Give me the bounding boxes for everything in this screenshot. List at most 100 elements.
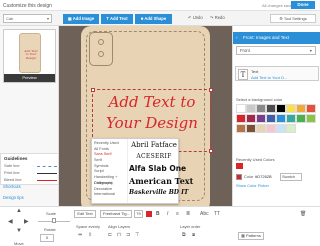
arrow-right-icon[interactable]: ▶ bbox=[24, 218, 29, 225]
italic-style-button[interactable]: Abc bbox=[200, 211, 209, 217]
side-select-value: Cab bbox=[6, 16, 14, 21]
bg-color-swatch[interactable] bbox=[276, 104, 286, 113]
bg-color-swatch[interactable] bbox=[276, 124, 286, 133]
bg-color-swatch[interactable] bbox=[256, 104, 266, 113]
bg-color-swatch[interactable] bbox=[236, 104, 246, 113]
add-shape-button[interactable]: ■ Add Shape bbox=[135, 14, 172, 24]
flash-icon bbox=[98, 51, 104, 57]
text-transform-button[interactable]: TT bbox=[214, 211, 220, 217]
font-category-international[interactable]: International bbox=[92, 192, 127, 198]
right-panel: › Front: Images and Text Front ▾ T Text … bbox=[232, 26, 320, 206]
toolbar: Cab ▾ ▣ Add Image T Add Text ■ Add Shape… bbox=[0, 11, 320, 26]
design-tips-link[interactable]: Design tips bbox=[3, 195, 24, 200]
align-right-layer-icon[interactable]: ⊐ bbox=[126, 232, 130, 238]
current-color-box[interactable] bbox=[236, 174, 242, 180]
font-category-list: Recently Used All Fonts Sans Serif Serif… bbox=[92, 139, 128, 203]
guideline-label: Print line bbox=[4, 170, 20, 175]
guideline-label: Bleed line bbox=[4, 177, 22, 182]
text-layer-item[interactable]: T Text Add Text to Your D... bbox=[235, 66, 319, 81]
distribute-vertical-icon[interactable]: ⇳ bbox=[88, 232, 92, 238]
arrow-left-icon[interactable]: ◀ bbox=[8, 218, 13, 225]
align-center-layer-icon[interactable]: ⊓ bbox=[117, 232, 121, 238]
redo-button[interactable]: ↷ Redo bbox=[210, 15, 225, 20]
tool-settings-button[interactable]: ⚙ Tool Settings bbox=[270, 14, 316, 23]
text-color-swatch[interactable] bbox=[146, 211, 152, 217]
font-sample[interactable]: ACESERIF bbox=[129, 151, 179, 163]
bg-color-swatch[interactable] bbox=[246, 104, 256, 113]
distribute-horizontal-icon[interactable]: ⇹ bbox=[78, 232, 82, 238]
page-title: Customize this design bbox=[3, 3, 52, 9]
show-color-picker-link[interactable]: Show Color Picker bbox=[236, 183, 269, 188]
bg-color-swatch[interactable] bbox=[296, 104, 306, 113]
canvas-text[interactable]: Add Text to Your Design bbox=[93, 92, 211, 134]
bg-color-swatch[interactable] bbox=[286, 124, 296, 133]
font-size-input[interactable]: 79 bbox=[134, 210, 143, 218]
undo-button[interactable]: ↶ Undo bbox=[188, 15, 203, 20]
chevron-down-icon: ▾ bbox=[46, 16, 49, 21]
bottom-toolbar: ▲ ◀ ▶ ▼ Move Scale Rotate 0 Edit Text Fr… bbox=[0, 206, 320, 246]
bg-color-swatch[interactable] bbox=[276, 114, 286, 123]
bg-color-swatch[interactable] bbox=[236, 114, 246, 123]
bg-color-swatch[interactable] bbox=[266, 124, 276, 133]
bring-forward-icon[interactable]: ⧉ bbox=[182, 232, 186, 238]
color-hex-value[interactable]: #D7262B bbox=[255, 174, 272, 179]
side-select[interactable]: Cab ▾ bbox=[3, 14, 52, 23]
thumb-text: Add Text to Your Design bbox=[24, 49, 38, 60]
font-select[interactable]: Freehand Tig... bbox=[100, 210, 132, 218]
bg-color-swatch[interactable] bbox=[236, 124, 246, 133]
safe-line-swatch bbox=[37, 166, 57, 167]
bg-color-swatch[interactable] bbox=[266, 104, 276, 113]
align-left-icon[interactable]: ≡ bbox=[176, 211, 179, 217]
font-menu: Recently Used All Fonts Sans Serif Serif… bbox=[91, 138, 193, 204]
add-text-button[interactable]: T Add Text bbox=[101, 14, 133, 24]
font-sample[interactable]: Alfa Slab One bbox=[129, 163, 186, 175]
bg-color-swatch[interactable] bbox=[306, 114, 316, 123]
bg-color-swatch[interactable] bbox=[296, 114, 306, 123]
rotate-input[interactable]: 0 bbox=[40, 234, 54, 242]
panel-side-select[interactable]: Front ▾ bbox=[236, 46, 316, 55]
rotate-label: Rotate bbox=[44, 227, 56, 232]
bg-color-swatch[interactable] bbox=[286, 114, 296, 123]
panel-header[interactable]: › Front: Images and Text bbox=[233, 32, 320, 44]
bg-color-swatch[interactable] bbox=[286, 104, 296, 113]
bold-icon[interactable]: B bbox=[156, 211, 160, 217]
edit-text-button[interactable]: Edit Text bbox=[74, 210, 96, 218]
align-left-layer-icon[interactable]: ⊏ bbox=[108, 232, 112, 238]
font-sample[interactable]: American Text bbox=[129, 175, 193, 187]
guidelines-box: Guidelines Safe line Print line Bleed li… bbox=[0, 153, 59, 185]
font-sample[interactable]: Abril Fatface bbox=[129, 139, 179, 151]
recent-color-swatch[interactable] bbox=[236, 163, 243, 169]
undo-label: Undo bbox=[192, 15, 203, 20]
text-layer-icon: T bbox=[238, 69, 248, 80]
align-top-layer-icon[interactable]: ⊤ bbox=[135, 232, 139, 238]
camera-cutout bbox=[89, 32, 113, 66]
font-select-value: Freehand Tig... bbox=[103, 211, 130, 216]
panel-header-label: Front: Images and Text bbox=[243, 35, 289, 40]
top-bar: Customize this design All changes saved … bbox=[0, 0, 320, 11]
bg-color-swatch[interactable] bbox=[266, 114, 276, 123]
add-image-button[interactable]: ▣ Add Image bbox=[63, 14, 99, 24]
delete-icon[interactable]: 🗑 bbox=[300, 211, 306, 217]
shortcuts-link[interactable]: Shortcuts bbox=[3, 184, 21, 189]
send-backward-icon[interactable]: ⧈ bbox=[192, 232, 195, 238]
bg-color-swatch[interactable] bbox=[256, 114, 266, 123]
font-sample[interactable]: Baskerville BD IT bbox=[129, 187, 188, 199]
move-pad[interactable]: ▲ ◀ ▶ ▼ bbox=[6, 208, 32, 239]
color-unit-select[interactable]: Swatch bbox=[280, 173, 302, 181]
bg-color-swatch[interactable] bbox=[246, 114, 256, 123]
align-center-icon[interactable]: ≣ bbox=[186, 211, 190, 217]
bg-color-swatch[interactable] bbox=[246, 124, 256, 133]
italic-icon[interactable]: I bbox=[167, 211, 168, 217]
arrow-down-icon[interactable]: ▼ bbox=[16, 228, 22, 234]
arrow-up-icon[interactable]: ▲ bbox=[16, 208, 22, 214]
resize-handle[interactable] bbox=[209, 149, 213, 153]
scale-slider-knob[interactable] bbox=[52, 218, 56, 223]
add-image-label: Add Image bbox=[72, 16, 95, 21]
preview-thumbnail[interactable]: Add Text to Your Design Preview bbox=[3, 29, 56, 83]
patterns-button[interactable]: ▦ Patterns bbox=[238, 232, 264, 240]
guideline-safe: Safe line bbox=[1, 163, 58, 170]
bg-color-swatch[interactable] bbox=[256, 124, 266, 133]
done-button[interactable]: Done bbox=[291, 1, 315, 9]
bg-color-swatch[interactable] bbox=[306, 104, 316, 113]
bleed-line-swatch bbox=[37, 180, 57, 181]
